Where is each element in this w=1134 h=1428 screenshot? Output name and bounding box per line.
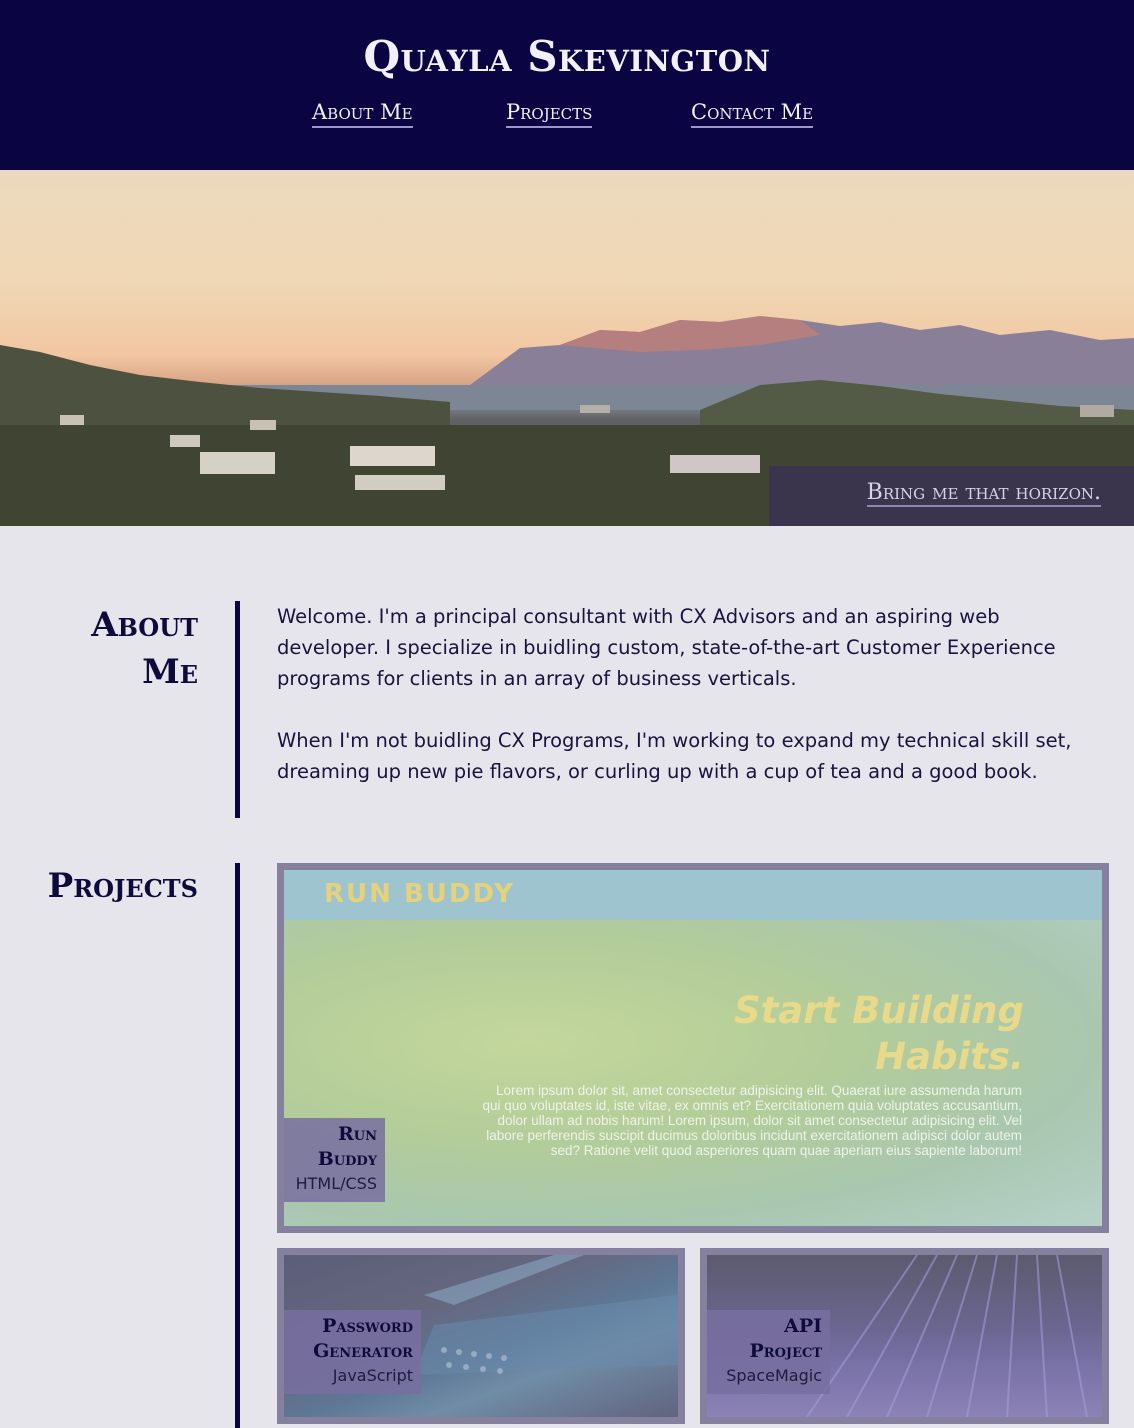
nav-contact-me[interactable]: Contact Me (691, 100, 814, 128)
project-card-api-project[interactable]: API Project SpaceMagic (700, 1248, 1109, 1424)
projects-heading: Projects (47, 866, 198, 906)
preview-body-text: Lorem ipsum dolor sit, amet consectetur … (482, 1083, 1022, 1158)
preview-header-bar: RUN BUDDY (284, 870, 1102, 920)
project-tech: JavaScript (332, 1366, 413, 1385)
project-tech: SpaceMagic (726, 1366, 822, 1385)
about-paragraph: When I'm not buidling CX Programs, I'm w… (277, 729, 1072, 783)
about-text: Welcome. I'm a principal consultant with… (277, 601, 1107, 787)
tagline-overlay: Bring me that horizon. (769, 466, 1134, 526)
project-card-run-buddy[interactable]: RUN BUDDY Start Building Habits. Lorem i… (277, 863, 1109, 1233)
project-label: API Project SpaceMagic (707, 1310, 830, 1394)
about-heading: About Me (91, 605, 198, 692)
preview-headline-line: Habits. (875, 1035, 1024, 1078)
project-name: Password Generator (313, 1315, 413, 1362)
project-tech: HTML/CSS (295, 1174, 377, 1193)
nav-about-me[interactable]: About Me (312, 100, 413, 128)
projects-divider (235, 863, 240, 1428)
hero-tagline: Bring me that horizon. (866, 480, 1101, 507)
project-name: Run Buddy (317, 1123, 377, 1170)
project-label: Password Generator JavaScript (284, 1310, 421, 1394)
preview-brand: RUN BUDDY (324, 879, 515, 909)
about-paragraph: Welcome. I'm a principal consultant with… (277, 605, 1056, 690)
hero-banner: Bring me that horizon. (0, 170, 1134, 526)
nav-projects[interactable]: Projects (506, 100, 593, 128)
preview-headline-line: Start Building (733, 989, 1024, 1032)
project-preview-api-project: API Project SpaceMagic (707, 1255, 1102, 1417)
project-label: Run Buddy HTML/CSS (284, 1118, 385, 1202)
site-title: Quayla Skevington (363, 32, 771, 81)
site-header: Quayla Skevington About Me Projects Cont… (0, 0, 1134, 170)
main-nav: About Me Projects Contact Me (0, 100, 1134, 134)
project-name: API Project (749, 1315, 823, 1362)
about-divider (235, 601, 240, 818)
project-preview-password-generator: Password Generator JavaScript (284, 1255, 678, 1417)
project-preview-run-buddy: RUN BUDDY Start Building Habits. Lorem i… (284, 870, 1102, 1226)
preview-headline: Start Building Habits. (734, 988, 1024, 1080)
project-card-password-generator[interactable]: Password Generator JavaScript (277, 1248, 685, 1424)
